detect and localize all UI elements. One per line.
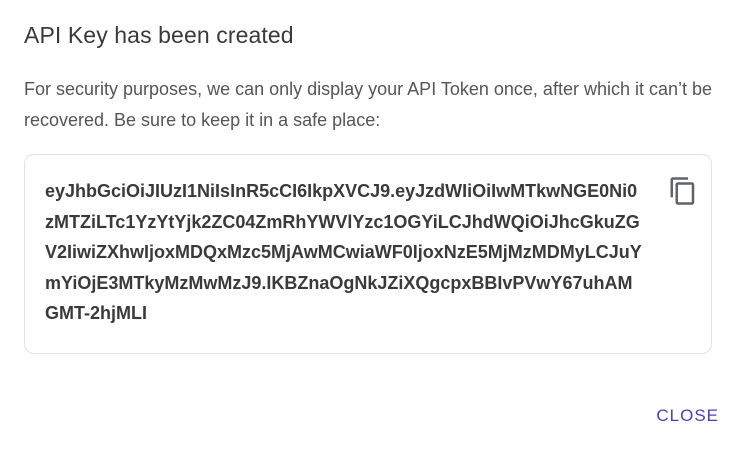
copy-token-button[interactable]	[665, 173, 701, 209]
dialog-title: API Key has been created	[24, 22, 294, 48]
token-container: eyJhbGciOiJIUzI1NiIsInR5cCI6IkpXVCJ9.eyJ…	[24, 154, 712, 354]
api-token-value[interactable]: eyJhbGciOiJIUzI1NiIsInR5cCI6IkpXVCJ9.eyJ…	[45, 176, 645, 329]
copy-icon	[670, 177, 695, 205]
api-key-created-dialog: API Key has been created For security pu…	[0, 0, 739, 452]
close-button[interactable]: CLOSE	[654, 402, 721, 430]
security-notice: For security purposes, we can only displ…	[24, 79, 713, 130]
